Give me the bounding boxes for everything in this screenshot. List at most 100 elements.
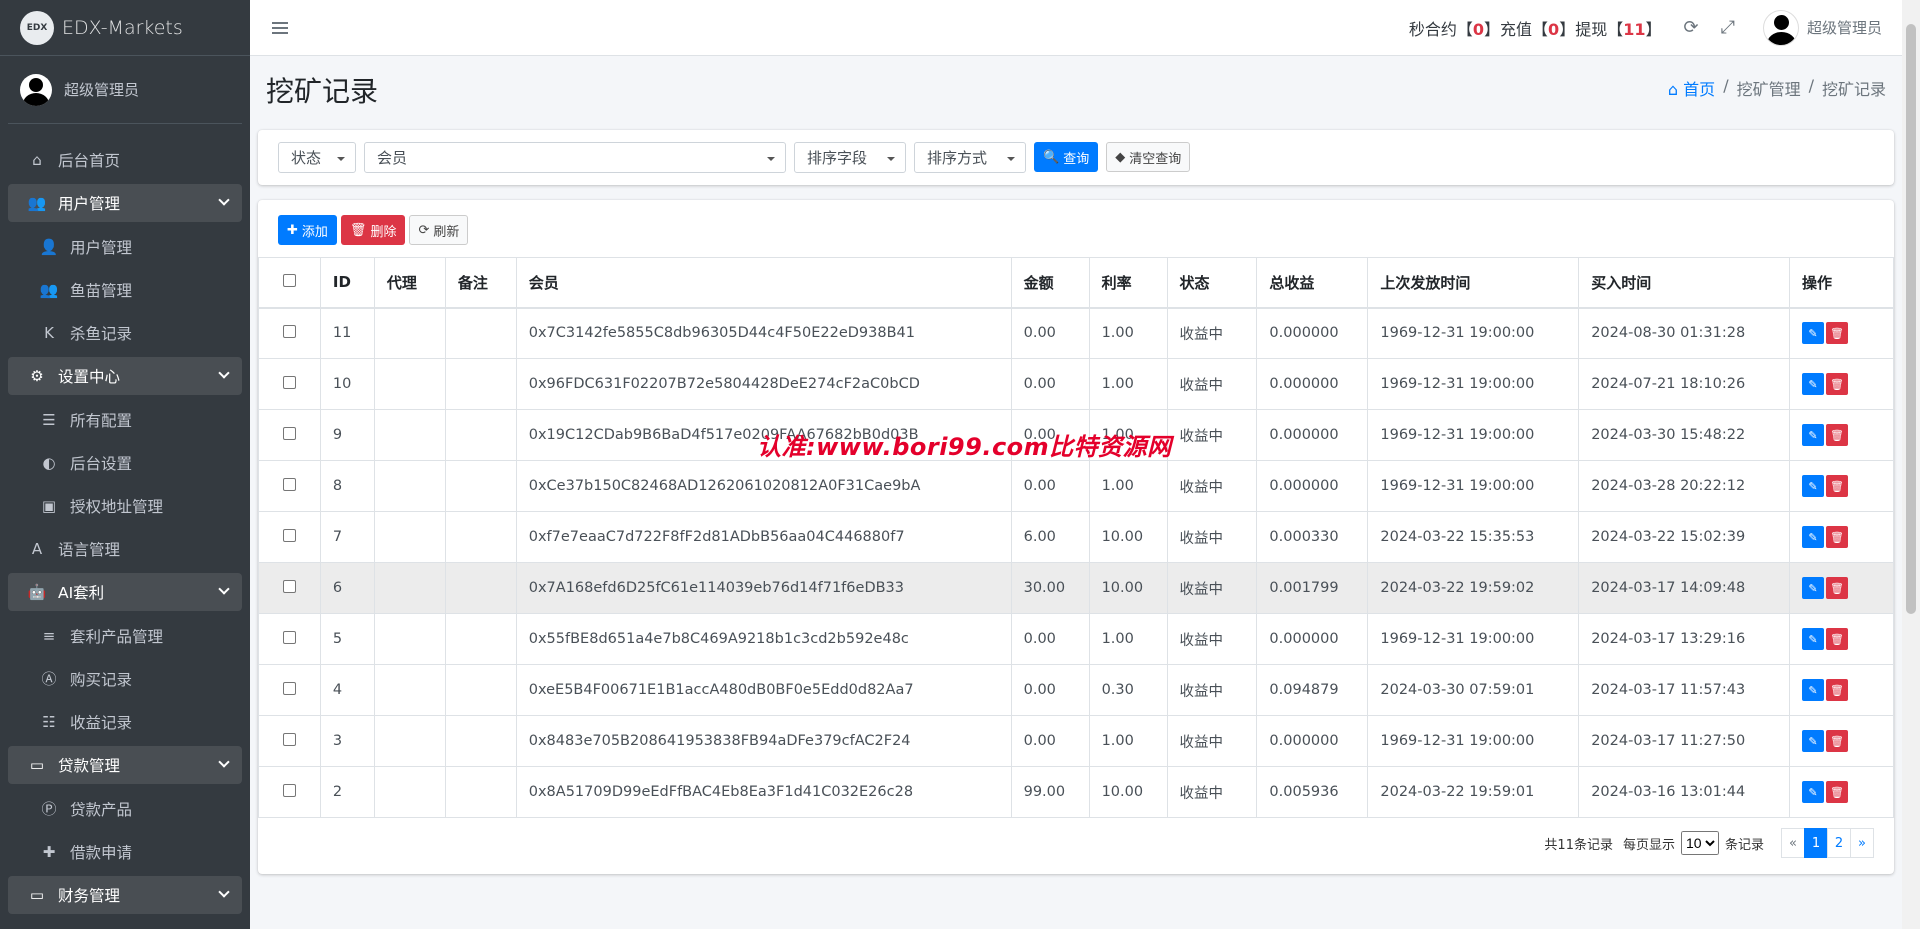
- trash-icon[interactable]: 🗑: [1826, 679, 1848, 701]
- prev-page-button[interactable]: «: [1781, 828, 1805, 858]
- table-row[interactable]: 10 0x96FDC631F02207B72e5804428DeE274cF2aC…: [258, 358, 1894, 410]
- column-header[interactable]: 金额: [1010, 257, 1090, 309]
- sidebar-item[interactable]: ⚙ 设置中心: [8, 357, 242, 395]
- edit-icon[interactable]: ✎: [1802, 424, 1824, 446]
- column-header[interactable]: 备注: [444, 257, 517, 309]
- table-row[interactable]: 2 0x8A51709D99eEdFfBAC4Eb8Ea3F1d41C032E26…: [258, 766, 1894, 818]
- sidebar-item[interactable]: ▭ 财务管理: [8, 876, 242, 914]
- fullscreen-icon[interactable]: ⤢: [1721, 17, 1735, 38]
- sidebar-item[interactable]: ◐ 后台设置: [8, 441, 242, 484]
- breadcrumb-home[interactable]: ⌂ 首页: [1668, 76, 1715, 100]
- trash-icon[interactable]: 🗑: [1826, 730, 1848, 752]
- edit-icon[interactable]: ✎: [1802, 475, 1824, 497]
- row-checkbox[interactable]: [282, 528, 296, 542]
- row-checkbox[interactable]: [282, 732, 296, 746]
- edit-icon[interactable]: ✎: [1802, 679, 1824, 701]
- edit-icon[interactable]: ✎: [1802, 730, 1824, 752]
- table-row[interactable]: 11 0x7C3142fe5855C8db96305D44c4F50E22eD93…: [258, 307, 1894, 359]
- chevron-down-icon[interactable]: [218, 583, 230, 595]
- column-header[interactable]: 操作: [1789, 257, 1894, 309]
- row-checkbox[interactable]: [282, 630, 296, 644]
- menu-toggle-icon[interactable]: [272, 21, 288, 34]
- column-header[interactable]: 总收益: [1256, 257, 1369, 309]
- trash-icon[interactable]: 🗑: [1826, 475, 1848, 497]
- sidebar-item[interactable]: ▭ 贷款管理: [8, 746, 242, 784]
- row-checkbox[interactable]: [282, 783, 296, 797]
- sidebar-item[interactable]: ☰ 所有配置: [8, 398, 242, 441]
- row-checkbox[interactable]: [282, 681, 296, 695]
- table-row[interactable]: 8 0xCe37b150C82468AD1262061020812A0F31Cae…: [258, 460, 1894, 512]
- sidebar-item[interactable]: K 杀鱼记录: [8, 311, 242, 354]
- clear-query-button[interactable]: ◆ 清空查询: [1106, 142, 1191, 172]
- column-header[interactable]: 利率: [1088, 257, 1168, 309]
- trash-icon[interactable]: 🗑: [1826, 781, 1848, 803]
- trash-icon[interactable]: 🗑: [1826, 424, 1848, 446]
- breadcrumb-home-label[interactable]: 首页: [1683, 80, 1715, 99]
- sidebar-item[interactable]: Ⓐ 购买记录: [8, 657, 242, 700]
- chevron-down-icon[interactable]: [218, 886, 230, 898]
- chevron-down-icon[interactable]: [218, 194, 230, 206]
- row-checkbox[interactable]: [282, 477, 296, 491]
- table-row[interactable]: 4 0xeE5B4F00671E1B1accA480dB0BF0e5Edd0d82…: [258, 664, 1894, 716]
- sort-field-select[interactable]: 排序字段: [794, 142, 906, 173]
- next-page-button[interactable]: »: [1850, 828, 1874, 858]
- edit-icon[interactable]: ✎: [1802, 373, 1824, 395]
- sidebar-item[interactable]: ≡ 套利产品管理: [8, 614, 242, 657]
- top-user-name[interactable]: 超级管理员: [1807, 17, 1882, 38]
- edit-icon[interactable]: ✎: [1802, 781, 1824, 803]
- query-button[interactable]: 🔍 查询: [1034, 142, 1099, 172]
- sort-order-select[interactable]: 排序方式: [914, 142, 1026, 173]
- sidebar-item[interactable]: ☷ 收益记录: [8, 700, 242, 743]
- sidebar-item[interactable]: 👥 鱼苗管理: [8, 268, 242, 311]
- table-row[interactable]: 6 0x7A168efd6D25fC61e114039eb76d14f71f6eD…: [258, 562, 1894, 614]
- page-button[interactable]: 1: [1804, 828, 1828, 858]
- table-row[interactable]: 5 0x55fBE8d651a4e7b8C469A9218b1c3cd2b592e…: [258, 613, 1894, 665]
- edit-icon[interactable]: ✎: [1802, 628, 1824, 650]
- sidebar-item[interactable]: A 语言管理: [8, 527, 242, 570]
- sidebar-item[interactable]: 🤖 AI套利: [8, 573, 242, 611]
- refresh-button[interactable]: ⟳ 刷新: [409, 215, 469, 245]
- sidebar-item[interactable]: 👥 用户管理: [8, 184, 242, 222]
- page-scrollbar[interactable]: [1902, 0, 1920, 929]
- row-checkbox[interactable]: [282, 579, 296, 593]
- trash-icon[interactable]: 🗑: [1826, 628, 1848, 650]
- per-page-select[interactable]: 10: [1680, 831, 1719, 855]
- sidebar-item[interactable]: ✚ 借款申请: [8, 830, 242, 873]
- chevron-down-icon[interactable]: [218, 756, 230, 768]
- column-header[interactable]: 会员: [515, 257, 1012, 309]
- chevron-down-icon[interactable]: [218, 367, 230, 379]
- delete-button[interactable]: 🗑 删除: [340, 215, 406, 245]
- trash-icon[interactable]: 🗑: [1826, 577, 1848, 599]
- add-button[interactable]: ✚ 添加: [278, 215, 337, 245]
- edit-icon[interactable]: ✎: [1802, 526, 1824, 548]
- member-select[interactable]: 会员: [364, 142, 786, 173]
- refresh-icon[interactable]: ⟳: [1683, 17, 1698, 38]
- row-checkbox[interactable]: [282, 426, 296, 440]
- column-header[interactable]: 代理: [373, 257, 446, 309]
- sidebar-item[interactable]: 👤 用户管理: [8, 225, 242, 268]
- row-checkbox[interactable]: [282, 324, 296, 338]
- edit-icon[interactable]: ✎: [1802, 577, 1824, 599]
- table-row[interactable]: 3 0x8483e705B208641953838FB94aDFe379cfAC2…: [258, 715, 1894, 767]
- top-avatar[interactable]: [1762, 9, 1799, 46]
- table-row[interactable]: 7 0xf7e7eaaC7d722F8fF2d81ADbB56aa04C44688…: [258, 511, 1894, 563]
- column-header[interactable]: ID: [319, 257, 375, 309]
- column-header[interactable]: 买入时间: [1578, 257, 1790, 309]
- trash-icon[interactable]: 🗑: [1826, 373, 1848, 395]
- user-panel[interactable]: 超级管理员: [8, 56, 242, 124]
- page-button[interactable]: 2: [1827, 828, 1851, 858]
- sidebar-item[interactable]: ▣ 授权地址管理: [8, 484, 242, 527]
- select-all-checkbox[interactable]: [282, 274, 296, 288]
- row-checkbox[interactable]: [282, 375, 296, 389]
- scrollbar-thumb[interactable]: [1906, 24, 1916, 614]
- sidebar-item[interactable]: Ⓟ 贷款产品: [8, 787, 242, 830]
- trash-icon[interactable]: 🗑: [1826, 322, 1848, 345]
- status-select[interactable]: 状态: [278, 142, 356, 173]
- trash-icon[interactable]: 🗑: [1826, 526, 1848, 548]
- notification-stats[interactable]: 秒合约【0】充值【0】提现【11】: [1409, 16, 1662, 40]
- column-header[interactable]: 状态: [1166, 257, 1258, 309]
- brand-link[interactable]: EDX EDX-Markets: [0, 0, 250, 56]
- column-header[interactable]: 上次发放时间: [1367, 257, 1580, 309]
- edit-icon[interactable]: ✎: [1802, 322, 1824, 345]
- sidebar-item[interactable]: ⌂ 后台首页: [8, 138, 242, 181]
